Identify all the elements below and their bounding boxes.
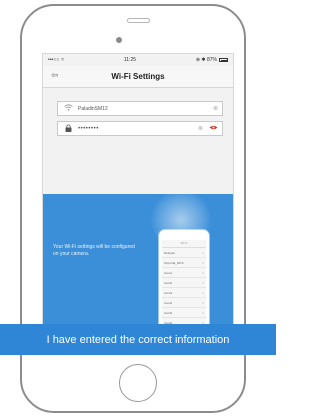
clear-password-icon[interactable]: ⊗	[198, 125, 203, 132]
wifi-icon	[62, 104, 74, 113]
battery-icon	[219, 58, 228, 62]
signal-indicator: •••○○	[48, 57, 60, 63]
nav-bar: ⇦ Wi-Fi Settings	[43, 66, 233, 88]
list-item: Network ≈	[162, 248, 206, 258]
lock-icon	[62, 124, 74, 134]
password-value: ••••••••	[78, 125, 99, 132]
password-field[interactable]: •••••••• ⊗	[57, 121, 223, 136]
wifi-status-icon: ≈	[61, 57, 65, 63]
status-bar: •••○○ ≈ 11:25 ⊕ ✱ 87%	[43, 54, 233, 66]
mini-phone-screen: Wi-Fi Network ≈ Airportal_2015 ≈ Cam1 ≈ Cam…	[162, 240, 206, 332]
confirm-info-label: I have entered the correct information	[46, 333, 230, 346]
ssid-field[interactable]: PaladinSM12 ⊗	[57, 101, 223, 116]
list-item: Cam2 ≈	[162, 278, 206, 288]
illustration-caption: Your Wi-Fi settings will be configured o…	[53, 244, 135, 257]
eye-icon[interactable]	[209, 125, 218, 132]
list-item: Cam4 ≈	[162, 298, 206, 308]
status-indicators: ⊕ ✱ 87%	[195, 57, 217, 63]
list-item: Airportal_2015 ≈	[162, 258, 206, 268]
mini-header: Wi-Fi	[162, 240, 206, 248]
phone-screen: •••○○ ≈ 11:25 ⊕ ✱ 87% ⇦ Wi-Fi Settings P…	[42, 53, 234, 349]
clear-ssid-icon[interactable]: ⊗	[213, 105, 218, 112]
confirm-info-button[interactable]: I have entered the correct information	[0, 324, 276, 355]
ssid-value: PaladinSM12	[78, 105, 108, 112]
list-item: Cam3 ≈	[162, 288, 206, 298]
status-time: 11:25	[123, 57, 137, 63]
phone-camera	[116, 37, 122, 43]
phone-speaker	[127, 18, 150, 23]
list-item: Cam1 ≈	[162, 268, 206, 278]
home-button[interactable]	[119, 364, 157, 402]
page-title: Wi-Fi Settings	[111, 72, 165, 81]
list-item: Cam5 ≈	[162, 308, 206, 318]
